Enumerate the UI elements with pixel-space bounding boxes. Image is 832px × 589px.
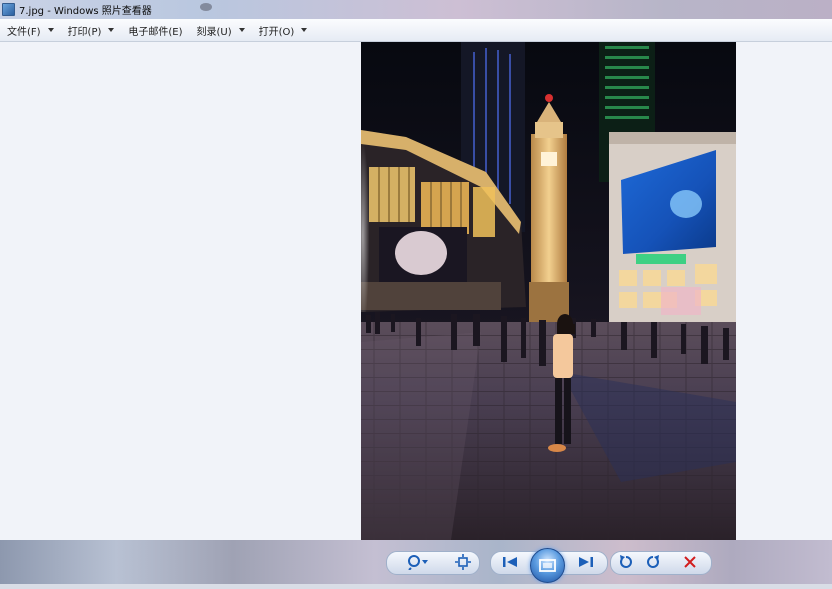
actual-size-icon (455, 554, 471, 570)
menu-open[interactable]: 打开(O) (252, 20, 315, 40)
menu-print-label: 打印(P) (67, 26, 102, 38)
magnifier-icon (408, 555, 428, 570)
slideshow-button[interactable] (530, 548, 565, 583)
previous-icon (503, 557, 517, 567)
next-button[interactable] (574, 554, 598, 570)
title-bar: 7.jpg - Windows 照片查看器 (0, 0, 832, 19)
night-plaza-photo (361, 42, 736, 540)
controls-bar (0, 540, 832, 589)
actual-size-button[interactable] (452, 553, 474, 571)
displayed-photo (361, 42, 736, 540)
rotate-clockwise-icon (647, 555, 659, 568)
chevron-down-icon (301, 28, 308, 32)
photo-viewer-app-icon (2, 3, 15, 16)
title-bar-background-blur (200, 3, 212, 11)
window-title: 7.jpg - Windows 照片查看器 (19, 6, 152, 17)
chevron-down-icon (108, 28, 115, 32)
menu-print[interactable]: 打印(P) (61, 20, 122, 40)
menu-email-label: 电子邮件(E) (128, 26, 183, 38)
image-viewport[interactable] (0, 42, 832, 540)
previous-button[interactable] (498, 554, 522, 570)
delete-button[interactable] (680, 553, 700, 571)
menu-email[interactable]: 电子邮件(E) (121, 20, 189, 40)
menu-open-label: 打开(O) (258, 26, 295, 38)
next-icon (579, 557, 593, 567)
bottom-edge (0, 584, 832, 589)
menu-burn[interactable]: 刻录(U) (190, 20, 252, 40)
delete-icon (684, 556, 696, 568)
zoom-button[interactable] (404, 553, 432, 571)
rotate-counterclockwise-icon (620, 555, 632, 568)
menu-file-label: 文件(F) (7, 26, 41, 38)
chevron-down-icon (47, 28, 54, 32)
rotate-clockwise-button[interactable] (643, 553, 663, 571)
menu-file[interactable]: 文件(F) (0, 20, 61, 40)
menu-burn-label: 刻录(U) (196, 26, 232, 38)
menu-bar: 文件(F) 打印(P) 电子邮件(E) 刻录(U) 打开(O) (0, 19, 832, 42)
rotate-counterclockwise-button[interactable] (616, 553, 636, 571)
slideshow-icon (539, 559, 556, 572)
chevron-down-icon (238, 28, 245, 32)
